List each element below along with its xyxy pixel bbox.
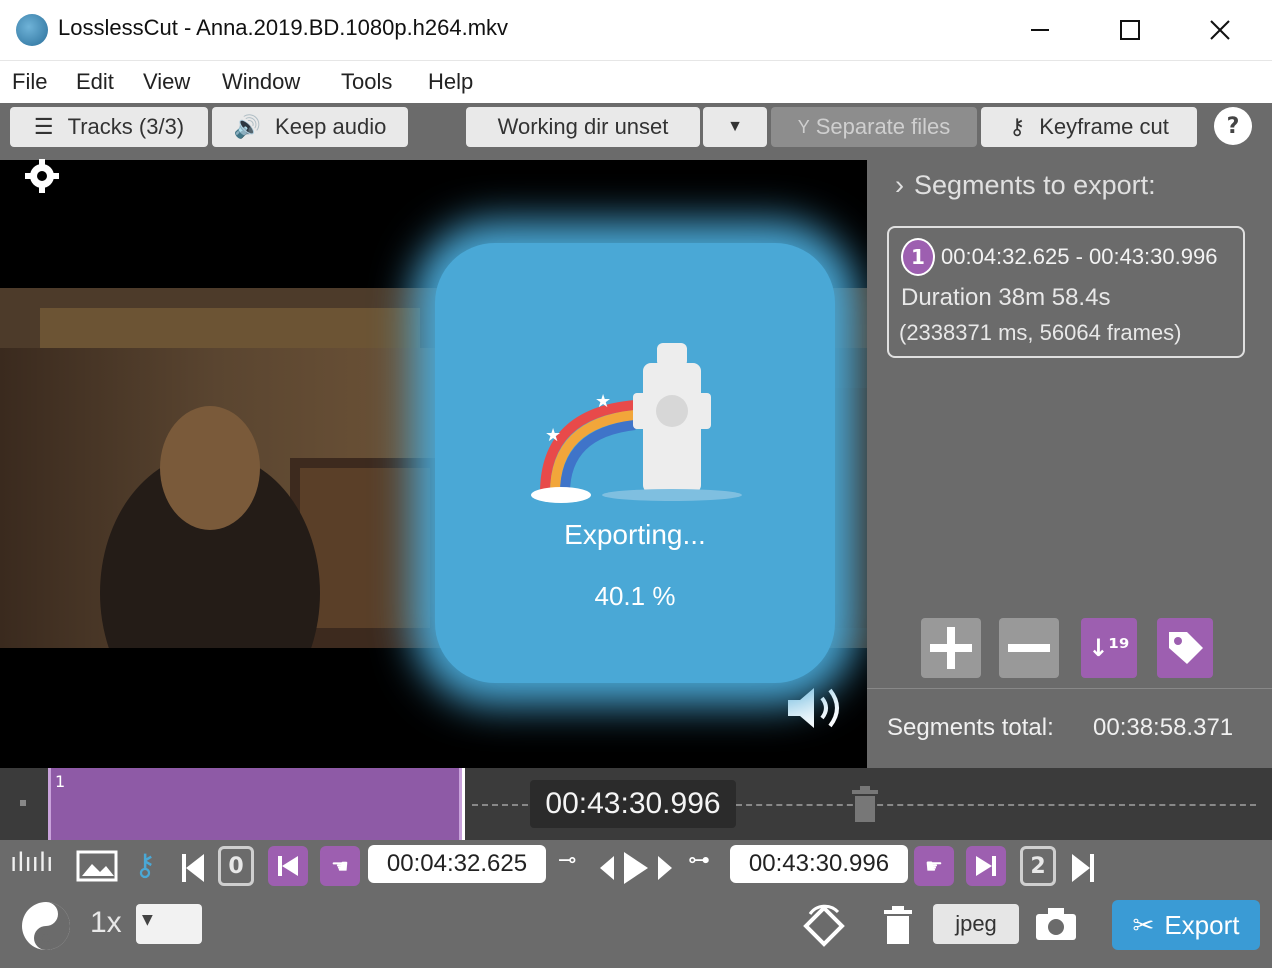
svg-text:★: ★ xyxy=(545,425,561,446)
play-icon[interactable] xyxy=(622,850,650,886)
tracks-button[interactable]: ☰ Tracks (3/3) xyxy=(10,107,208,147)
caret-down-icon: ▼ xyxy=(727,118,743,135)
volume-icon: 🔊 xyxy=(233,114,262,139)
separate-files-button[interactable]: Y Separate files xyxy=(771,107,977,147)
rotate-icon[interactable] xyxy=(800,902,848,950)
rainbow-hydrant-icon: ★ ★ xyxy=(525,333,745,503)
timeline-segment[interactable]: 1 xyxy=(48,768,462,840)
working-dir-dropdown[interactable]: ▼ xyxy=(703,107,767,147)
segment-duration: Duration 38m 58.4s xyxy=(901,284,1111,311)
separate-files-label: Separate files xyxy=(815,114,951,139)
sort-segments-icon[interactable]: ↓¹⁹ xyxy=(1081,618,1137,678)
volume-toggle-icon[interactable] xyxy=(784,680,848,736)
segments-header[interactable]: › Segments to export: xyxy=(895,170,1156,201)
speed-select[interactable]: ▼ xyxy=(136,904,202,944)
keyframe-cut-label: Keyframe cut xyxy=(1039,114,1169,139)
segments-header-label: Segments to export: xyxy=(914,170,1156,200)
list-icon: ☰ xyxy=(33,114,54,139)
keep-audio-button[interactable]: 🔊 Keep audio xyxy=(212,107,408,147)
menu-bar: File Edit View Window Tools Help xyxy=(0,61,1272,103)
timeline-dashes xyxy=(472,804,528,806)
current-time-display: 00:43:30.996 xyxy=(530,780,736,828)
jump-cut-end-icon[interactable] xyxy=(966,846,1006,886)
timeline[interactable]: 1 00:43:30.996 xyxy=(0,768,1272,840)
jump-start-icon[interactable] xyxy=(180,850,210,886)
divider xyxy=(867,688,1272,689)
image-thumbnails-icon[interactable] xyxy=(76,848,120,888)
minimize-icon[interactable] xyxy=(1010,10,1070,50)
end-segment-box[interactable]: 2 xyxy=(1020,846,1056,886)
tag-icon[interactable] xyxy=(1157,618,1213,678)
keyframe-key-icon[interactable]: ⚷ xyxy=(134,848,170,888)
export-button[interactable]: ✂ Export xyxy=(1112,900,1260,950)
menu-edit[interactable]: Edit xyxy=(76,69,114,95)
timeline-start-marker xyxy=(20,800,26,806)
help-button[interactable]: ? xyxy=(1214,107,1252,145)
segment-details: (2338371 ms, 56064 frames) xyxy=(899,320,1182,345)
step-backward-icon[interactable] xyxy=(598,854,616,882)
segments-total-label: Segments total: xyxy=(887,714,1054,741)
screenshot-format-select[interactable]: jpeg xyxy=(933,904,1019,944)
playback-controls: ılıılı ⚷ 0 ☚ 00:04:32.625 ⊸ ⊶ 00:43:30.9… xyxy=(0,840,1272,968)
menu-file[interactable]: File xyxy=(12,69,47,95)
timeline-segment-label: 1 xyxy=(55,772,66,791)
menu-help[interactable]: Help xyxy=(428,69,473,95)
jump-cut-start-icon[interactable] xyxy=(268,846,308,886)
export-status-text: Exporting... xyxy=(564,519,706,550)
remove-segment-button[interactable] xyxy=(999,618,1059,678)
segment-range: 00:04:32.625 - 00:43:30.996 xyxy=(941,244,1218,269)
window-title: LosslessCut - Anna.2019.BD.1080p.h264.mk… xyxy=(58,15,509,40)
trash-icon[interactable] xyxy=(846,784,884,824)
menu-view[interactable]: View xyxy=(143,69,190,95)
key-icon: ⚷ xyxy=(1009,114,1026,139)
set-cut-start-icon[interactable]: ☚ xyxy=(320,846,360,886)
playhead[interactable] xyxy=(462,768,465,840)
set-cut-end-icon[interactable]: ☛ xyxy=(914,846,954,886)
app-logo-icon xyxy=(16,14,48,46)
segments-panel: › Segments to export: 1 00:04:32.625 - 0… xyxy=(867,160,1272,768)
segment-number-badge: 1 xyxy=(901,238,935,276)
scissors-icon: ✂ xyxy=(1132,909,1155,940)
merge-icon: Y xyxy=(797,116,810,137)
keyframe-cut-button[interactable]: ⚷ Keyframe cut xyxy=(981,107,1197,147)
export-progress-overlay: ★ ★ Exporting... 40.1 % xyxy=(435,243,835,683)
jump-end-icon[interactable] xyxy=(1068,850,1098,886)
segments-total-value: 00:38:58.371 xyxy=(1093,714,1234,741)
add-segment-button[interactable] xyxy=(921,618,981,678)
settings-gear-icon[interactable] xyxy=(24,158,60,194)
start-segment-box[interactable]: 0 xyxy=(218,846,254,886)
export-label: Export xyxy=(1164,909,1240,940)
title-bar: LosslessCut - Anna.2019.BD.1080p.h264.mk… xyxy=(0,0,1272,61)
end-time-input[interactable]: 00:43:30.996 xyxy=(730,845,908,883)
plus-icon xyxy=(930,627,972,669)
tracks-label: Tracks (3/3) xyxy=(67,114,185,139)
start-time-input[interactable]: 00:04:32.625 xyxy=(368,845,546,883)
menu-window[interactable]: Window xyxy=(222,69,300,95)
svg-text:★: ★ xyxy=(595,391,611,412)
step-forward-icon[interactable] xyxy=(656,854,674,882)
camera-icon[interactable] xyxy=(1034,904,1078,944)
timeline-dashes xyxy=(736,804,1256,806)
working-dir-button[interactable]: Working dir unset xyxy=(466,107,700,147)
delete-trash-icon[interactable] xyxy=(880,904,916,946)
top-toolbar: ☰ Tracks (3/3) 🔊 Keep audio Working dir … xyxy=(0,103,1272,153)
yin-yang-icon[interactable] xyxy=(20,900,72,952)
chevron-right-icon: › xyxy=(895,170,904,200)
segment-card[interactable]: 1 00:04:32.625 - 00:43:30.996 Duration 3… xyxy=(887,226,1245,358)
playback-speed: 1x xyxy=(90,906,122,939)
minus-icon xyxy=(1008,644,1050,652)
maximize-icon[interactable] xyxy=(1100,10,1160,50)
keep-audio-label: Keep audio xyxy=(275,114,387,139)
seek-key-backward-icon[interactable]: ⊸ xyxy=(558,848,592,884)
seek-key-forward-icon[interactable]: ⊶ xyxy=(688,848,722,884)
menu-tools[interactable]: Tools xyxy=(341,69,392,95)
waveform-icon[interactable]: ılıılı xyxy=(10,848,60,888)
caret-down-icon: ▼ xyxy=(142,912,153,928)
export-progress-text: 40.1 % xyxy=(594,581,676,611)
close-icon[interactable] xyxy=(1190,10,1250,50)
transport-controls xyxy=(598,848,678,888)
